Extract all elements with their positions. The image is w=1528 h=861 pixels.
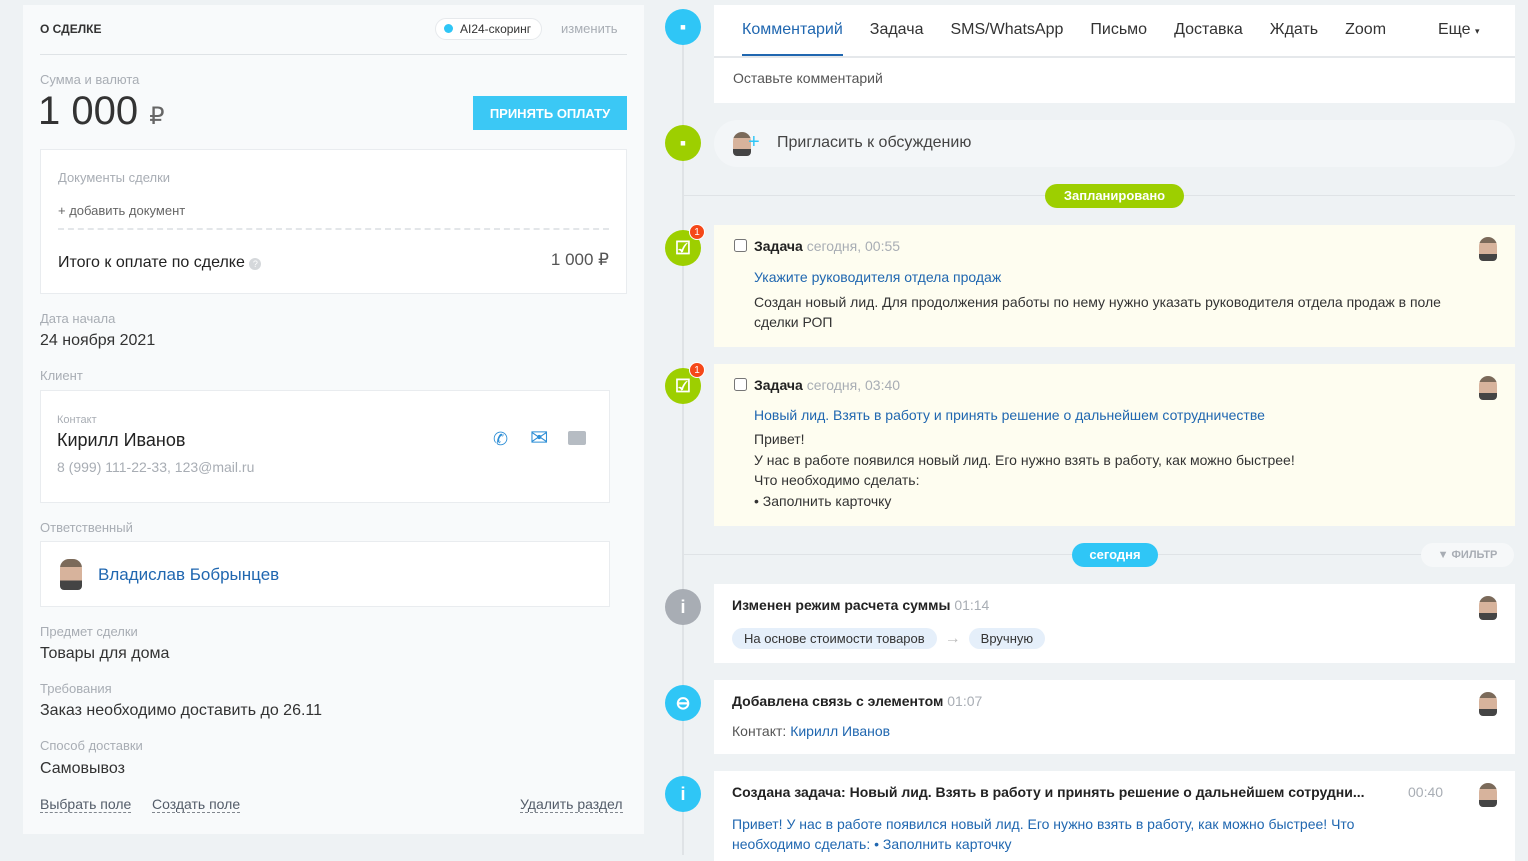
delivery-value: Самовывоз bbox=[40, 760, 125, 777]
avatar bbox=[1479, 237, 1497, 261]
task-text: Привет! У нас в работе появился новый лид… bbox=[754, 431, 1295, 509]
client-label: Клиент bbox=[40, 368, 83, 383]
history-title: Добавлена связь с элементом 01:07 bbox=[732, 693, 983, 709]
history-title[interactable]: Создана задача: Новый лид. Взять в работ… bbox=[732, 784, 1402, 800]
contact-link[interactable]: Кирилл Иванов bbox=[790, 723, 890, 739]
edit-link[interactable]: изменить bbox=[561, 21, 618, 36]
counter-badge: 1 bbox=[689, 224, 705, 240]
old-value: На основе стоимости товаров bbox=[732, 628, 937, 649]
ai-scoring-button[interactable]: AI24-скоринг bbox=[435, 18, 543, 40]
task-link[interactable]: Новый лид. Взять в работу и принять реше… bbox=[754, 407, 1265, 423]
tab-delivery[interactable]: Доставка bbox=[1174, 21, 1243, 56]
sum-label: Сумма и валюта bbox=[40, 72, 140, 87]
task-checkbox[interactable] bbox=[734, 378, 747, 391]
invite-label: Пригласить к обсуждению bbox=[777, 134, 972, 151]
history-text: Контакт: Кирилл Иванов bbox=[732, 723, 891, 739]
responsible-card: Владислав Бобрынцев bbox=[40, 541, 610, 607]
help-icon[interactable]: ? bbox=[249, 258, 262, 270]
task-title: Задача сегодня, 00:55 bbox=[754, 238, 901, 254]
counter-badge: 1 bbox=[689, 362, 705, 378]
task-card: Задача сегодня, 00:55 Укажите руководите… bbox=[714, 225, 1515, 347]
mail-icon[interactable]: ✉ bbox=[530, 425, 548, 451]
avatar bbox=[1479, 783, 1497, 807]
history-time: 00:40 bbox=[1408, 784, 1444, 800]
tab-zoom[interactable]: Zoom bbox=[1345, 21, 1386, 56]
responsible-name[interactable]: Владислав Бобрынцев bbox=[98, 565, 279, 585]
section-title: О СДЕЛКЕ bbox=[40, 22, 102, 36]
history-item: Изменен режим расчета суммы 01:14 На осн… bbox=[714, 584, 1515, 663]
avatar bbox=[1479, 376, 1497, 400]
total-value: 1 000 ₽ bbox=[550, 250, 609, 269]
task-text: Создан новый лид. Для продолжения работы… bbox=[754, 294, 1441, 330]
create-field-link[interactable]: Создать поле bbox=[152, 796, 241, 813]
chat-icon[interactable] bbox=[568, 431, 586, 445]
avatar bbox=[1479, 596, 1497, 620]
arrow-icon: → bbox=[944, 629, 961, 647]
tab-email[interactable]: Письмо bbox=[1090, 21, 1147, 56]
filter-button[interactable]: ▼ ФИЛЬТР bbox=[1421, 543, 1514, 567]
comment-input[interactable]: Оставьте комментарий bbox=[733, 70, 883, 86]
total-label: Итого к оплате по сделке ? bbox=[58, 254, 262, 272]
tab-more[interactable]: Еще ▾ bbox=[1438, 21, 1480, 39]
requirements-label: Требования bbox=[40, 681, 112, 696]
delivery-label: Способ доставки bbox=[40, 738, 143, 753]
history-title: Изменен режим расчета суммы 01:14 bbox=[732, 597, 990, 613]
subject-label: Предмет сделки bbox=[40, 624, 138, 639]
plus-icon: + bbox=[748, 131, 760, 153]
accept-payment-button[interactable]: ПРИНЯТЬ ОПЛАТУ bbox=[473, 96, 627, 130]
comment-icon: ▪ bbox=[665, 9, 701, 45]
history-text[interactable]: Привет! У нас в работе появился новый ли… bbox=[732, 814, 1412, 854]
start-date-value: 24 ноября 2021 bbox=[40, 332, 156, 349]
composer-tabs: Комментарий Задача SMS/WhatsApp Письмо Д… bbox=[742, 21, 1386, 56]
task-link[interactable]: Укажите руководителя отдела продаж bbox=[754, 269, 1001, 285]
avatar bbox=[1479, 692, 1497, 716]
avatar bbox=[60, 559, 82, 590]
scoring-label: AI24-скоринг bbox=[460, 22, 532, 36]
filter-icon: ▼ bbox=[1437, 549, 1449, 561]
planned-divider: Запланировано bbox=[1045, 184, 1184, 208]
deal-panel: О СДЕЛКЕ AI24-скоринг изменить Сумма и в… bbox=[23, 5, 644, 834]
select-field-link[interactable]: Выбрать поле bbox=[40, 796, 132, 813]
tab-task[interactable]: Задача bbox=[870, 21, 924, 56]
delete-section-link[interactable]: Удалить раздел bbox=[520, 796, 623, 813]
documents-box: Документы сделки + добавить документ Ито… bbox=[40, 149, 627, 294]
contact-info: 8 (999) 111-22-33, 123@mail.ru bbox=[57, 459, 255, 475]
composer: Комментарий Задача SMS/WhatsApp Письмо Д… bbox=[714, 5, 1515, 103]
history-item: Создана задача: Новый лид. Взять в работ… bbox=[714, 771, 1515, 861]
tab-comment[interactable]: Комментарий bbox=[742, 21, 843, 56]
tab-sms[interactable]: SMS/WhatsApp bbox=[950, 21, 1063, 56]
client-card: Контакт Кирилл Иванов 8 (999) 111-22-33,… bbox=[40, 390, 610, 503]
responsible-label: Ответственный bbox=[40, 520, 133, 535]
history-item: Добавлена связь с элементом 01:07 Контак… bbox=[714, 680, 1515, 754]
start-date-label: Дата начала bbox=[40, 311, 116, 326]
link-icon: ⊖ bbox=[665, 685, 701, 721]
today-divider: сегодня bbox=[1072, 543, 1158, 567]
subject-value: Товары для дома bbox=[40, 645, 170, 662]
phone-icon[interactable]: ✆ bbox=[493, 429, 508, 450]
task-title: Задача сегодня, 03:40 bbox=[754, 377, 901, 393]
task-card: Задача сегодня, 03:40 Новый лид. Взять в… bbox=[714, 364, 1515, 526]
add-document-link[interactable]: + добавить документ bbox=[58, 203, 185, 218]
scoring-icon bbox=[444, 24, 453, 33]
task-checkbox[interactable] bbox=[734, 239, 747, 252]
new-value: Вручную bbox=[968, 628, 1046, 649]
sum-value: 1 000 ₽ bbox=[38, 89, 165, 133]
info-icon: i bbox=[665, 776, 701, 812]
documents-label: Документы сделки bbox=[58, 170, 171, 185]
contact-name[interactable]: Кирилл Иванов bbox=[57, 430, 185, 451]
info-icon: i bbox=[665, 589, 701, 625]
invite-button[interactable]: + Пригласить к обсуждению bbox=[714, 120, 1515, 167]
discussion-icon: ▪ bbox=[665, 125, 701, 161]
contact-label: Контакт bbox=[57, 414, 97, 426]
requirements-value: Заказ необходимо доставить до 26.11 bbox=[40, 702, 323, 719]
tab-wait[interactable]: Ждать bbox=[1270, 21, 1318, 56]
